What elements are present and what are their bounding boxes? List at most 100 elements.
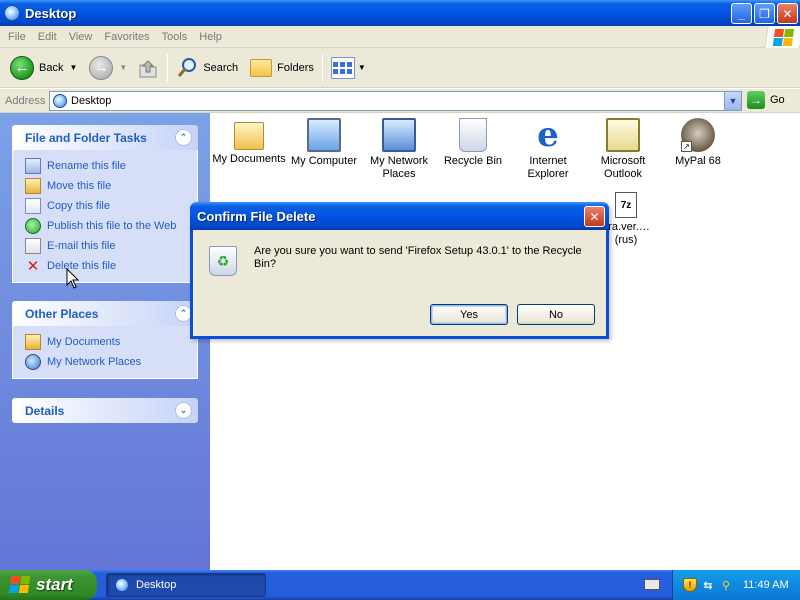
- views-dropdown-icon[interactable]: ▼: [358, 63, 366, 72]
- desktop-item-mypal[interactable]: ↗ MyPal 68: [659, 118, 737, 168]
- address-dropdown-icon[interactable]: ▼: [724, 92, 741, 110]
- task-label: Delete this file: [47, 260, 117, 272]
- task-email-file[interactable]: E-mail this file: [25, 236, 197, 256]
- maximize-button[interactable]: ❐: [754, 3, 775, 24]
- windows-logo-icon: [764, 26, 800, 48]
- network-places-icon: [25, 354, 41, 370]
- move-icon: [25, 178, 41, 194]
- taskbar-item-label: Desktop: [136, 579, 177, 591]
- keyboard-layout-icon[interactable]: [644, 579, 660, 590]
- dialog-close-button[interactable]: ✕: [584, 206, 605, 227]
- file-folder-tasks-header[interactable]: File and Folder Tasks ⌃: [12, 125, 198, 150]
- address-label: Address: [5, 94, 46, 107]
- system-tray: ! ⇆ ⚲ 11:49 AM: [672, 570, 800, 600]
- delete-icon: ✕: [26, 258, 40, 275]
- dialog-title-bar[interactable]: Confirm File Delete ✕: [190, 202, 609, 230]
- dialog-message: Are you sure you want to send 'Firefox S…: [254, 245, 582, 270]
- go-button[interactable]: → Go: [747, 91, 785, 109]
- back-label: Back: [39, 61, 64, 74]
- task-pane: File and Folder Tasks ⌃ Rename this file…: [0, 113, 210, 570]
- back-button[interactable]: ← Back ▼: [6, 52, 81, 84]
- minimize-button[interactable]: _: [731, 3, 752, 24]
- desktop-item-label: My Network Places: [369, 155, 429, 180]
- forward-button[interactable]: → ▼: [85, 52, 131, 84]
- desktop-item-my-documents[interactable]: My Documents: [210, 118, 288, 166]
- my-computer-icon: [307, 118, 341, 152]
- toolbar-separator: [321, 53, 323, 82]
- back-arrow-icon: ←: [10, 55, 34, 80]
- start-button[interactable]: start: [0, 570, 97, 600]
- yes-button[interactable]: Yes: [430, 304, 508, 325]
- toolbar-separator: [167, 53, 169, 82]
- details-header[interactable]: Details ⌄: [12, 398, 198, 423]
- folders-button[interactable]: Folders: [246, 52, 318, 84]
- copy-icon: [25, 198, 41, 214]
- menu-file[interactable]: File: [2, 31, 32, 43]
- email-icon: [25, 238, 41, 254]
- network-icon[interactable]: ⇆: [701, 578, 715, 592]
- task-copy-file[interactable]: Copy this file: [25, 196, 197, 216]
- desktop-item-my-computer[interactable]: My Computer: [285, 118, 363, 168]
- clock[interactable]: 11:49 AM: [743, 579, 789, 591]
- place-my-documents[interactable]: My Documents: [25, 332, 197, 352]
- views-button[interactable]: ▼: [327, 52, 370, 84]
- menu-bar: File Edit View Favorites Tools Help: [0, 26, 800, 48]
- my-documents-icon: [25, 334, 41, 350]
- start-label: start: [36, 575, 73, 594]
- rename-icon: [25, 158, 41, 174]
- my-documents-icon: [234, 122, 264, 150]
- back-dropdown-icon[interactable]: ▼: [69, 63, 77, 72]
- task-label: Publish this file to the Web: [47, 220, 177, 232]
- task-label: Move this file: [47, 180, 112, 192]
- up-button[interactable]: [133, 52, 163, 84]
- desktop-item-label: My Computer: [290, 155, 358, 167]
- forward-dropdown-icon[interactable]: ▼: [119, 63, 127, 72]
- address-bar: Address Desktop ▼ → Go: [0, 89, 800, 113]
- internet-explorer-icon: e: [537, 115, 559, 155]
- desktop-item-recycle-bin[interactable]: Recycle Bin: [434, 118, 512, 168]
- desktop-item-network-places[interactable]: My Network Places: [360, 118, 438, 181]
- search-tray-icon[interactable]: ⚲: [719, 578, 733, 592]
- search-button[interactable]: Search: [172, 52, 242, 84]
- place-network-places[interactable]: My Network Places: [25, 352, 197, 372]
- folders-icon: [250, 58, 273, 77]
- security-shield-icon[interactable]: !: [683, 578, 697, 592]
- address-input[interactable]: Desktop ▼: [49, 91, 742, 111]
- close-button[interactable]: ✕: [777, 3, 798, 24]
- other-places-panel: Other Places ⌃ My Documents My Network P…: [12, 301, 198, 379]
- up-folder-icon: [139, 59, 157, 77]
- network-places-icon: [382, 118, 416, 152]
- task-publish-file[interactable]: Publish this file to the Web: [25, 216, 197, 236]
- task-move-file[interactable]: Move this file: [25, 176, 197, 196]
- panel-title: Details: [25, 403, 65, 418]
- task-delete-file[interactable]: ✕ Delete this file: [25, 256, 197, 276]
- window-title-bar[interactable]: Desktop _ ❐ ✕: [0, 0, 800, 26]
- task-label: Copy this file: [47, 200, 110, 212]
- desktop-icon: [53, 94, 67, 108]
- taskbar-item-desktop[interactable]: Desktop: [106, 573, 266, 597]
- expand-icon[interactable]: ⌄: [175, 402, 192, 419]
- collapse-icon[interactable]: ⌃: [175, 129, 192, 146]
- desktop-icon: [115, 578, 129, 592]
- panel-title: File and Folder Tasks: [25, 130, 147, 145]
- other-places-header[interactable]: Other Places ⌃: [12, 301, 198, 326]
- search-icon: [178, 57, 197, 77]
- menu-tools[interactable]: Tools: [156, 31, 194, 43]
- menu-help[interactable]: Help: [193, 31, 228, 43]
- desktop-item-label: Microsoft Outlook: [600, 155, 646, 180]
- menu-favorites[interactable]: Favorites: [98, 31, 155, 43]
- views-icon: [330, 56, 355, 79]
- no-button[interactable]: No: [517, 304, 595, 325]
- go-label: Go: [770, 94, 785, 106]
- other-places-list: My Documents My Network Places: [12, 326, 198, 379]
- menu-edit[interactable]: Edit: [32, 31, 63, 43]
- outlook-icon: [606, 118, 640, 152]
- task-rename-file[interactable]: Rename this file: [25, 156, 197, 176]
- menu-view[interactable]: View: [63, 31, 99, 43]
- panel-title: Other Places: [25, 306, 99, 321]
- file-folder-tasks-panel: File and Folder Tasks ⌃ Rename this file…: [12, 125, 198, 283]
- mypal-icon: ↗: [681, 118, 715, 152]
- desktop-item-outlook[interactable]: Microsoft Outlook: [584, 118, 662, 181]
- desktop-icon: [4, 5, 20, 21]
- desktop-item-internet-explorer[interactable]: e Internet Explorer: [509, 118, 587, 181]
